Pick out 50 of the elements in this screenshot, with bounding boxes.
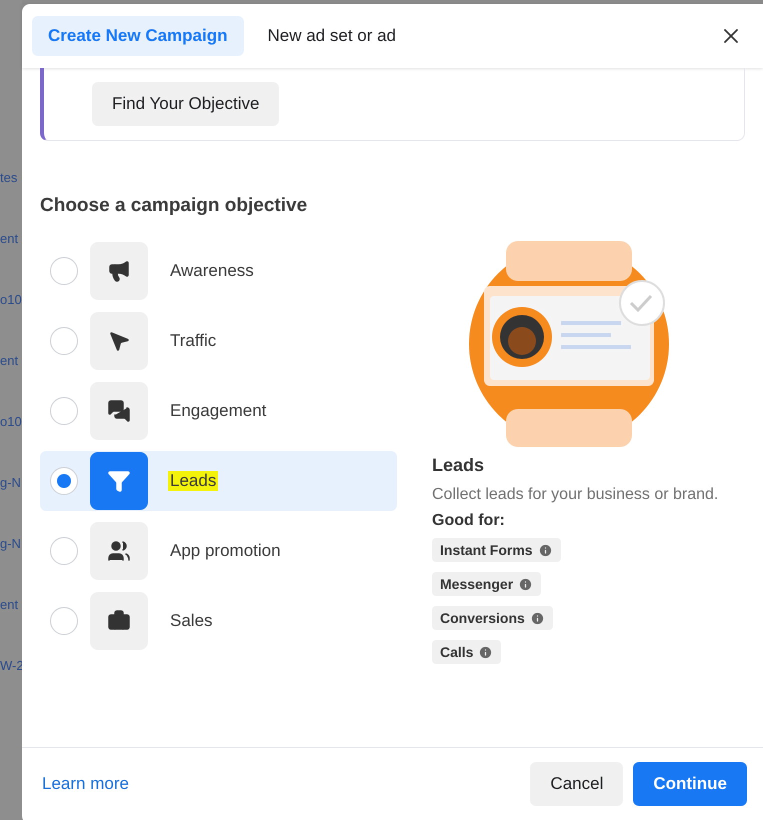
radio-button[interactable] (50, 327, 78, 355)
objective-label: Engagement (169, 401, 268, 421)
learn-more-link[interactable]: Learn more (42, 774, 129, 794)
objective-option[interactable]: Awareness (40, 241, 397, 301)
cancel-button[interactable]: Cancel (530, 762, 624, 806)
background-text: W-2 (0, 658, 22, 673)
radio-button[interactable] (50, 537, 78, 565)
radio-button[interactable] (50, 467, 78, 495)
briefcase-icon (107, 609, 131, 633)
objective-label: App promotion (169, 541, 282, 561)
tab[interactable]: Create New Campaign (32, 16, 244, 56)
tag-label: Conversions (440, 610, 525, 626)
info-icon[interactable] (538, 542, 553, 558)
background-text: o10 (0, 414, 22, 429)
objective-label: Traffic (169, 331, 218, 351)
section-heading: Choose a campaign objective (40, 195, 308, 217)
good-for-label: Good for: (432, 512, 506, 530)
background-text: tes (0, 170, 18, 185)
objective-option[interactable]: Traffic (40, 311, 397, 371)
megaphone-icon (107, 259, 131, 283)
objective-description: Collect leads for your business or brand. (432, 486, 720, 504)
tag-label: Calls (440, 644, 474, 660)
background-text: ent (0, 597, 20, 612)
tag-label: Messenger (440, 576, 514, 592)
funnel-icon (107, 469, 131, 493)
background-text: g-N (0, 475, 22, 490)
info-icon[interactable] (530, 610, 545, 626)
objective-option[interactable]: App promotion (40, 521, 397, 581)
objective-option[interactable]: Engagement (40, 381, 397, 441)
radio-button[interactable] (50, 607, 78, 635)
info-icon[interactable] (478, 644, 494, 660)
people-icon (107, 539, 131, 563)
objective-label: Sales (169, 611, 214, 631)
objective-option[interactable]: Sales (40, 591, 397, 651)
info-icon[interactable] (518, 576, 534, 592)
background-text: g-N (0, 536, 22, 551)
objective-title: Leads (432, 455, 486, 476)
background-text: o10 (0, 292, 22, 307)
objective-option[interactable]: Leads (40, 451, 397, 511)
tag-label: Instant Forms (440, 542, 533, 558)
find-objective-button[interactable]: Find Your Objective (92, 82, 280, 126)
radio-button[interactable] (50, 397, 78, 425)
continue-button[interactable]: Continue (633, 762, 747, 806)
tab[interactable]: New ad set or ad (252, 16, 412, 56)
background-text: ent (0, 353, 20, 368)
background-text: ent (0, 231, 20, 246)
chat-bubbles-icon (107, 399, 131, 423)
objective-label: Awareness (169, 261, 255, 281)
radio-button[interactable] (50, 257, 78, 285)
objective-label: Leads (168, 471, 218, 491)
